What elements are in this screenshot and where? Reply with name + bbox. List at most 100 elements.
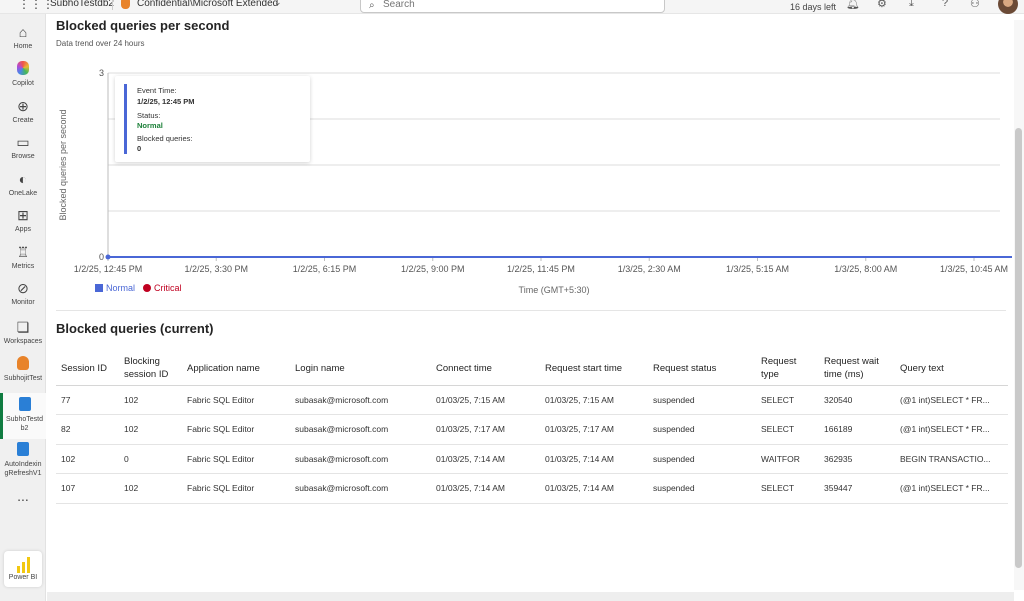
help-icon[interactable]: ?	[942, 0, 948, 9]
share-icon[interactable]: ⚇	[970, 0, 980, 10]
nav-monitor-label: Monitor	[11, 299, 35, 306]
search-icon: ⌕	[369, 0, 375, 11]
tooltip-status: Normal	[137, 121, 163, 130]
powerbi-switcher[interactable]: Power BI	[4, 551, 42, 587]
nav-subhojittest[interactable]: SubhojitTest	[0, 356, 46, 383]
table-cell: 01/03/25, 7:15 AM	[540, 385, 648, 415]
table-cell: 82	[56, 414, 119, 445]
table-cell: 102	[119, 414, 182, 445]
table-row[interactable]: 77 102 Fabric SQL Editor subasak@microsoft.…	[56, 385, 1008, 415]
table-cell: SELECT	[756, 473, 819, 504]
column-header[interactable]: Query text	[895, 352, 1008, 386]
legend-critical-label: Critical	[154, 283, 182, 293]
column-header[interactable]: Request status	[648, 352, 756, 386]
scrollbar-thumb[interactable]	[1015, 128, 1022, 568]
table-cell: 166189	[819, 414, 895, 445]
home-icon: ⌂	[18, 24, 28, 40]
sensitivity-icon	[121, 0, 130, 9]
powerbi-label: Power BI	[8, 574, 38, 581]
table-cell: (@1 int)SELECT * FR...	[895, 414, 1008, 445]
tooltip-event-time-label: Event Time:	[137, 86, 177, 95]
nav-metrics[interactable]: ♖ Metrics	[0, 244, 46, 271]
nav-subhotestdb2-label-1: SubhoTestd	[6, 416, 43, 423]
nav-onelake-label: OneLake	[8, 190, 38, 197]
table-cell: subasak@microsoft.com	[290, 385, 431, 415]
horizontal-scrollbar[interactable]	[47, 592, 1014, 601]
table-cell: 362935	[819, 444, 895, 474]
nav-apps-label: Apps	[15, 226, 31, 233]
nav-workspaces[interactable]: ❏ Workspaces	[0, 319, 46, 346]
download-icon[interactable]: ⤓	[909, 0, 914, 10]
table-cell: Fabric SQL Editor	[182, 444, 290, 474]
apps-icon: ⊞	[17, 207, 29, 223]
table-cell: 77	[56, 385, 119, 415]
app-launcher-icon[interactable]: ⋮⋮⋮	[18, 0, 54, 11]
sensitivity-label[interactable]: Confidential\Microsoft Extended	[137, 0, 278, 9]
workspace-name[interactable]: SubhoTestdb2	[50, 0, 114, 9]
section-divider	[56, 310, 1006, 311]
search-input[interactable]	[383, 0, 653, 10]
nav-more[interactable]: ...	[0, 488, 46, 504]
gear-icon[interactable]: ⚙	[877, 0, 887, 10]
table-cell: 01/03/25, 7:14 AM	[431, 473, 540, 504]
table-cell: 01/03/25, 7:17 AM	[540, 414, 648, 445]
legend-normal[interactable]: Normal	[95, 283, 135, 293]
column-header[interactable]: Login name	[290, 352, 431, 386]
nav-monitor[interactable]: ⊘ Monitor	[0, 280, 46, 307]
nav-apps[interactable]: ⊞ Apps	[0, 207, 46, 234]
nav-create-label: Create	[12, 117, 34, 124]
table-cell: suspended	[648, 385, 756, 415]
table-cell: 01/03/25, 7:15 AM	[431, 385, 540, 415]
x-tick-label: 1/3/25, 10:45 AM	[940, 264, 1008, 274]
nav-subhojittest-label: SubhojitTest	[3, 375, 43, 382]
nav-copilot[interactable]: Copilot	[0, 61, 46, 88]
table-row[interactable]: 82 102 Fabric SQL Editor subasak@microsoft.…	[56, 414, 1008, 445]
column-header[interactable]: Connect time	[431, 352, 540, 386]
table-cell: SELECT	[756, 385, 819, 415]
column-header[interactable]: Request start time	[540, 352, 648, 386]
table-cell: 320540	[819, 385, 895, 415]
table-cell: subasak@microsoft.com	[290, 473, 431, 504]
nav-subhotestdb2-label-2: b2	[20, 425, 29, 432]
nav-home[interactable]: ⌂ Home	[0, 24, 46, 51]
powerbi-icon	[16, 555, 31, 573]
nav-browse-label: Browse	[11, 153, 35, 160]
search-box[interactable]: ⌕	[360, 0, 665, 13]
table-cell: WAITFOR	[756, 444, 819, 474]
column-header[interactable]: Blocking session ID	[119, 352, 182, 386]
table-cell: 102	[56, 444, 119, 474]
nav-onelake[interactable]: ◐ OneLake	[0, 171, 46, 198]
chevron-down-icon[interactable]: ⌄	[274, 0, 282, 8]
nav-subhotestdb2[interactable]: SubhoTestd b2	[0, 393, 46, 439]
blocked-queries-table: Session ID Blocking session ID Application…	[56, 352, 1008, 504]
table-cell: 01/03/25, 7:14 AM	[540, 444, 648, 474]
x-tick-label: 1/3/25, 5:15 AM	[726, 264, 789, 274]
onelake-icon: ◐	[18, 171, 28, 187]
nav-create[interactable]: ⊕ Create	[0, 98, 46, 125]
table-cell: suspended	[648, 473, 756, 504]
table-cell: 359447	[819, 473, 895, 504]
tooltip-event-time: 1/2/25, 12:45 PM	[137, 97, 195, 106]
notification-icon[interactable]: 🔔︎	[846, 0, 860, 10]
legend-critical[interactable]: Critical	[143, 283, 182, 293]
tooltip-status-label: Status:	[137, 111, 161, 120]
table-row[interactable]: 102 0 Fabric SQL Editor subasak@microsoft.c…	[56, 444, 1008, 474]
x-tick-label: 1/2/25, 9:00 PM	[401, 264, 465, 274]
avatar[interactable]	[998, 0, 1018, 14]
top-bar: ⋮⋮⋮ SubhoTestdb2 Confidential\Microsoft …	[0, 0, 1024, 14]
column-header[interactable]: Request wait time (ms)	[819, 352, 895, 386]
column-header[interactable]: Request type	[756, 352, 819, 386]
workspace-icon	[0, 356, 46, 372]
nav-browse[interactable]: ▭ Browse	[0, 134, 46, 161]
nav-autoindexing[interactable]: AutoIndexin gRefreshV1	[0, 442, 46, 478]
table-header-row: Session ID Blocking session ID Application…	[56, 352, 1008, 386]
database-icon	[3, 397, 46, 413]
x-tick-label: 1/3/25, 2:30 AM	[618, 264, 681, 274]
column-header[interactable]: Session ID	[56, 352, 119, 386]
chart-title: Blocked queries per second	[56, 18, 230, 33]
table-cell: Fabric SQL Editor	[182, 473, 290, 504]
table-row[interactable]: 107 102 Fabric SQL Editor subasak@microsoft…	[56, 473, 1008, 504]
table-cell: (@1 int)SELECT * FR...	[895, 473, 1008, 504]
column-header[interactable]: Application name	[182, 352, 290, 386]
table-cell: 102	[119, 473, 182, 504]
